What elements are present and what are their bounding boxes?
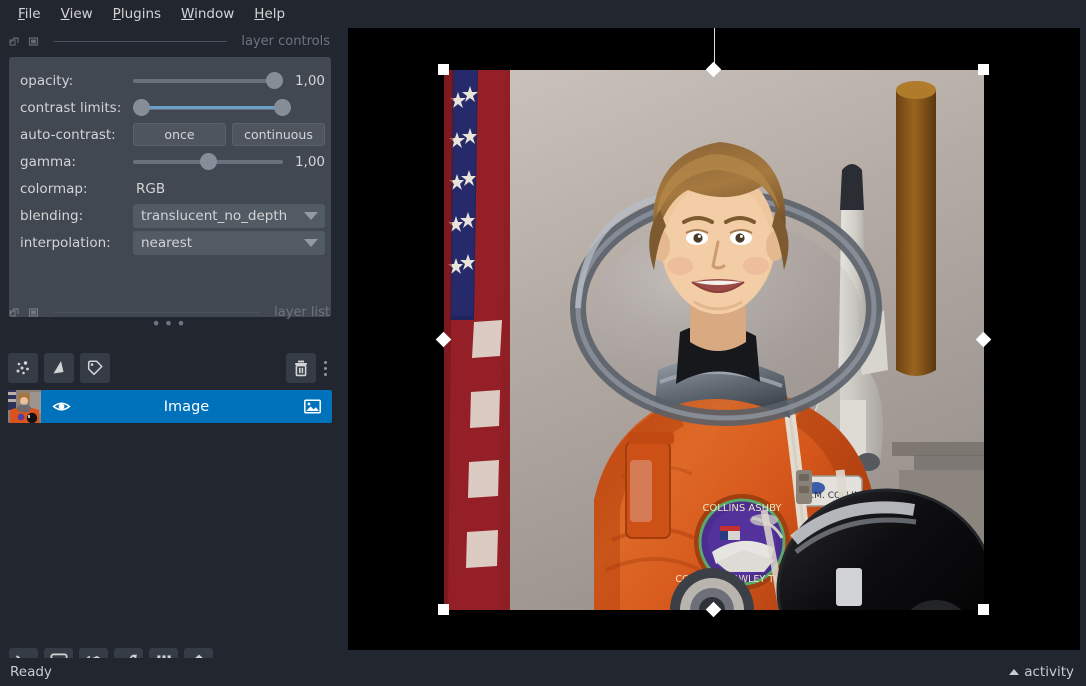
menu-window[interactable]: Window <box>171 3 244 25</box>
auto-contrast-control: once continuous <box>133 121 325 148</box>
layer-list-dock-header: layer list <box>0 303 340 321</box>
float-dock-icon[interactable] <box>8 35 21 48</box>
activity-button[interactable]: activity <box>1009 664 1074 680</box>
contrast-limits-control <box>133 94 325 121</box>
menu-view[interactable]: View <box>51 3 103 25</box>
menu-help[interactable]: Help <box>244 3 295 25</box>
image-layer-astronaut[interactable]: COLLINS ASHBY COLEMAN HAWLEY TOGNINI E.M… <box>444 70 984 610</box>
opacity-control: 1,00 <box>133 67 325 94</box>
layer-type-icon-cell <box>292 397 332 416</box>
activity-label: activity <box>1024 664 1074 680</box>
interpolation-value: nearest <box>141 235 304 251</box>
auto-contrast-continuous-button[interactable]: continuous <box>232 123 325 146</box>
auto-contrast-once-button[interactable]: once <box>133 123 226 146</box>
handle-top-left[interactable] <box>438 64 449 75</box>
opacity-slider[interactable] <box>133 71 283 91</box>
layer-list-toolbar <box>8 350 332 386</box>
chevron-down-icon <box>304 239 318 247</box>
viewer-canvas[interactable]: COLLINS ASHBY COLEMAN HAWLEY TOGNINI E.M… <box>348 28 1080 650</box>
opacity-value: 1,00 <box>291 73 325 89</box>
layer-controls-dock-header: layer controls <box>0 32 340 50</box>
handle-top-right[interactable] <box>978 64 989 75</box>
image-icon <box>303 397 322 416</box>
napari-main-window: FileViewPluginsWindowHelp layer controls… <box>0 0 1086 686</box>
chevron-down-icon <box>304 212 318 220</box>
new-labels-layer-button[interactable] <box>80 353 110 383</box>
dock-divider <box>54 41 227 42</box>
auto-contrast-label: auto-contrast: <box>20 121 133 148</box>
gamma-value: 1,00 <box>291 154 325 170</box>
layer-controls-panel: opacity: 1,00 contrast limits: <box>9 57 331 317</box>
blending-label: blending: <box>20 202 133 229</box>
svg-text:COLLINS ASHBY: COLLINS ASHBY <box>702 503 782 514</box>
blending-combobox[interactable]: translucent_no_depth <box>133 204 325 228</box>
contrast-limits-slider[interactable] <box>133 98 291 118</box>
close-dock-icon[interactable] <box>27 35 40 48</box>
new-shapes-layer-button[interactable] <box>44 353 74 383</box>
gamma-control: 1,00 <box>133 148 325 175</box>
menu-file[interactable]: File <box>8 3 51 25</box>
menu-plugins[interactable]: Plugins <box>103 3 171 25</box>
layer-controls-title: layer controls <box>241 34 330 49</box>
colormap-value: RGB <box>133 181 165 197</box>
contrast-limits-label: contrast limits: <box>20 94 133 121</box>
blending-control: translucent_no_depth <box>133 202 325 229</box>
interpolation-label: interpolation: <box>20 229 133 256</box>
eye-icon <box>52 397 71 416</box>
layer-thumbnail <box>8 390 41 423</box>
status-bar: Ready activity <box>0 658 1086 686</box>
opacity-label: opacity: <box>20 67 133 94</box>
colormap-control[interactable]: RGB <box>133 175 325 202</box>
layer-list-menu-button[interactable] <box>318 353 332 383</box>
layer-visibility-toggle[interactable] <box>41 397 81 416</box>
astronaut-image: COLLINS ASHBY COLEMAN HAWLEY TOGNINI E.M… <box>444 70 984 610</box>
gamma-slider[interactable] <box>133 152 283 172</box>
contrast-high-handle <box>274 99 291 116</box>
interpolation-combobox[interactable]: nearest <box>133 231 325 255</box>
us-flag <box>444 70 510 610</box>
blending-value: translucent_no_depth <box>141 208 304 224</box>
left-dock: layer controls opacity: 1,00 contrast li… <box>0 28 340 658</box>
delete-layer-button[interactable] <box>286 353 316 383</box>
handle-bottom-right[interactable] <box>978 604 989 615</box>
colormap-label: colormap: <box>20 175 133 202</box>
status-message: Ready <box>10 664 52 680</box>
float-dock-icon[interactable] <box>8 306 21 319</box>
new-points-layer-button[interactable] <box>8 353 38 383</box>
layer-name-label[interactable]: Image <box>81 399 292 415</box>
close-dock-icon[interactable] <box>27 306 40 319</box>
contrast-low-handle <box>133 99 150 116</box>
menu-bar: FileViewPluginsWindowHelp <box>0 0 1086 28</box>
caret-up-icon <box>1009 669 1019 675</box>
handle-bottom-left[interactable] <box>438 604 449 615</box>
gamma-label: gamma: <box>20 148 133 175</box>
layer-list-title: layer list <box>274 305 330 320</box>
dock-divider <box>54 312 260 313</box>
layer-list-item-image[interactable]: Image <box>8 390 332 423</box>
interpolation-control: nearest <box>133 229 325 256</box>
